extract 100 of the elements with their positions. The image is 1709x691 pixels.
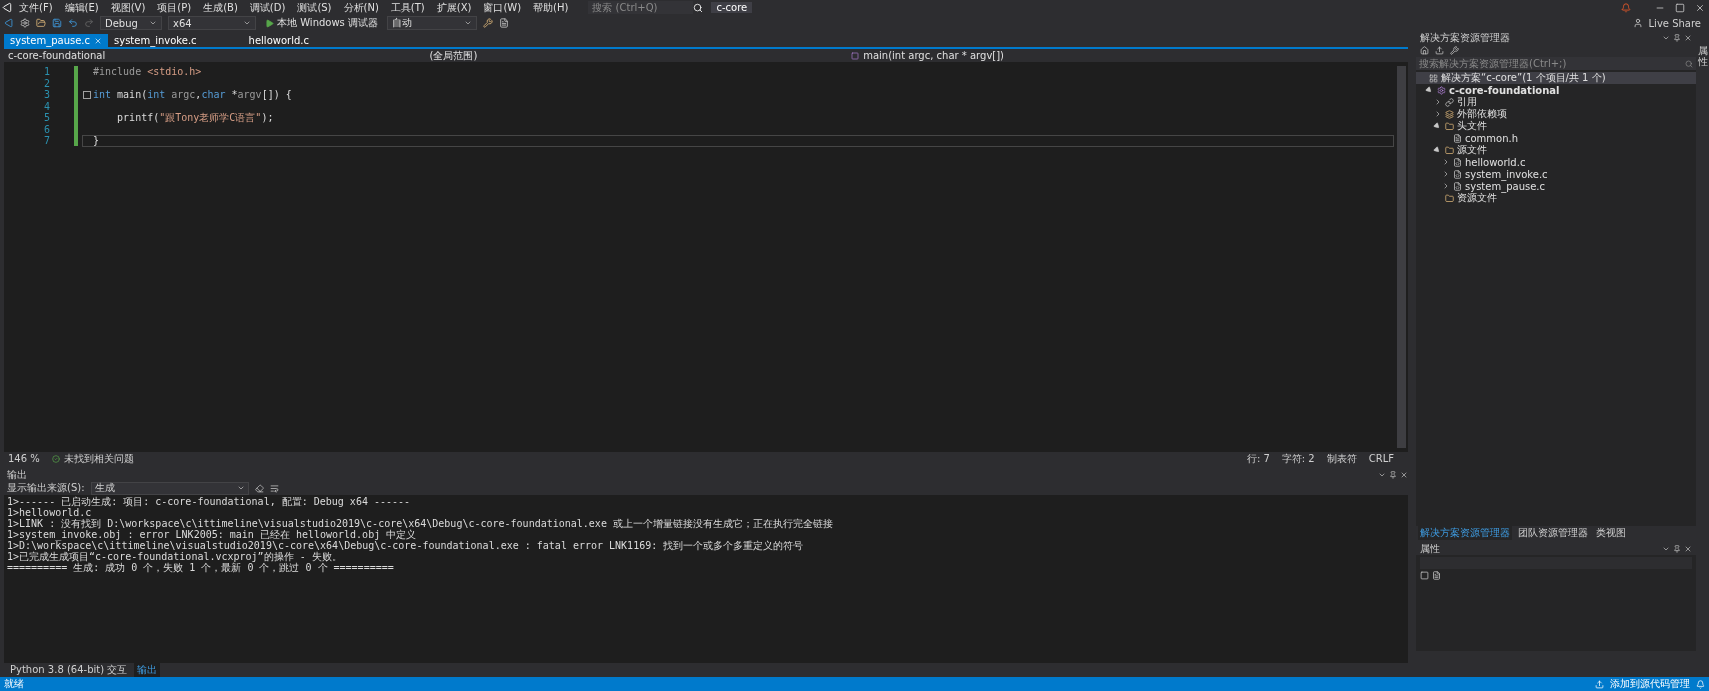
tree-item[interactable]: 源文件 xyxy=(1457,143,1487,157)
menu-item[interactable]: 帮助(H) xyxy=(527,0,575,15)
issues-status[interactable]: 未找到相关问题 xyxy=(63,451,134,466)
source-dropdown[interactable]: 生成 xyxy=(90,481,249,495)
caret-icon[interactable] xyxy=(243,19,251,27)
output-line: ========== 生成: 成功 0 个，失败 1 个，最新 0 个，跳过 0 个 ========== xyxy=(7,562,394,573)
solution-icon[interactable] xyxy=(1429,73,1438,83)
close-icon[interactable] xyxy=(1695,2,1705,13)
clear-icon[interactable] xyxy=(254,483,264,493)
save-icon[interactable] xyxy=(52,18,62,28)
caret-icon[interactable] xyxy=(149,19,157,27)
open-icon[interactable] xyxy=(36,18,46,28)
mode-dropdown[interactable]: 自动 xyxy=(387,16,477,30)
pin-icon[interactable] xyxy=(1673,33,1681,42)
tree-item[interactable]: system_invoke.c xyxy=(1465,168,1548,180)
live-share-button[interactable]: Live Share xyxy=(1648,17,1701,29)
notification-icon[interactable] xyxy=(1621,2,1631,13)
menu-item[interactable]: 生成(B) xyxy=(197,0,244,15)
file-icon[interactable] xyxy=(1453,133,1462,143)
output-line: 1>system_invoke.obj : error LNK2005: main 已经在 helloworld.obj 中定义 xyxy=(7,529,417,540)
start-debugger-button[interactable]: 本地 Windows 调试器 xyxy=(262,16,381,30)
code-file-icon[interactable] xyxy=(1453,169,1462,179)
file-tab[interactable]: system_pause.c xyxy=(4,34,108,47)
caret-icon[interactable] xyxy=(236,484,245,492)
panel-tab[interactable]: 输出 xyxy=(134,663,161,677)
line-number: 5 xyxy=(42,112,51,124)
wrap-icon[interactable] xyxy=(269,483,279,493)
tree-item[interactable]: system_pause.c xyxy=(1465,180,1545,192)
source-control-button[interactable]: 添加到源代码管理 xyxy=(1610,677,1690,691)
file-tab[interactable]: helloworld.c xyxy=(242,34,315,47)
code-line: #include <stdio.h> xyxy=(93,66,202,77)
tree-item[interactable]: c-core-foundational xyxy=(1449,84,1560,96)
tree-item[interactable]: 资源文件 xyxy=(1457,191,1497,205)
search-field[interactable]: 搜索解决方案资源管理器(Ctrl+;) xyxy=(1416,57,1696,70)
tree-item[interactable]: helloworld.c xyxy=(1465,156,1526,168)
project-dropdown[interactable]: c-core-foundational xyxy=(8,50,106,61)
menu-item[interactable]: 窗口(W) xyxy=(477,0,528,15)
code-file-icon[interactable] xyxy=(1453,181,1462,191)
folder-icon[interactable] xyxy=(1445,145,1454,155)
layers-icon[interactable] xyxy=(1445,109,1454,119)
source-label: 显示输出来源(S): xyxy=(7,481,85,495)
upload-icon[interactable] xyxy=(1595,679,1604,689)
scope-dropdown[interactable]: (全局范围) xyxy=(429,48,478,63)
wrench-icon[interactable] xyxy=(1450,46,1459,55)
menu-item[interactable]: 分析(N) xyxy=(337,0,385,15)
member-dropdown[interactable]: main(int argc, char * argv[]) xyxy=(863,50,1005,61)
upload-icon[interactable] xyxy=(1435,46,1444,55)
side-tab[interactable]: 属性 xyxy=(1697,45,1708,67)
menu-item[interactable]: 文件(F) xyxy=(13,0,59,15)
expanded-arrow-icon[interactable] xyxy=(1432,145,1442,155)
logo-icon[interactable] xyxy=(2,2,13,13)
expanded-arrow-icon[interactable] xyxy=(1432,121,1442,131)
back-icon[interactable] xyxy=(4,18,14,28)
pane-tab[interactable]: 团队资源管理器 xyxy=(1516,526,1590,540)
output-line: 1>已完成生成项目“c-core-foundational.vcxproj”的操作 - 失败。 xyxy=(7,551,342,562)
close-icon[interactable] xyxy=(1684,33,1692,42)
menu-item[interactable]: 项目(P) xyxy=(151,0,198,15)
close-icon[interactable] xyxy=(94,36,102,45)
person-icon[interactable] xyxy=(1632,18,1643,28)
menu-item[interactable]: 测试(S) xyxy=(291,0,338,15)
bell-icon[interactable] xyxy=(1696,679,1705,689)
check-icon[interactable] xyxy=(51,454,60,463)
settings-icon[interactable] xyxy=(20,18,30,28)
undo-icon[interactable] xyxy=(68,18,78,28)
file-tab[interactable]: system_invoke.c xyxy=(108,34,203,47)
close-icon[interactable] xyxy=(1400,470,1408,479)
close-icon[interactable] xyxy=(1684,544,1692,553)
panel-tab[interactable]: Python 3.8 (64-bit) 交互 xyxy=(7,663,131,677)
scrollbar[interactable] xyxy=(1397,66,1406,448)
line-status: 行: 7 xyxy=(1246,451,1270,466)
pane-tab[interactable]: 类视图 xyxy=(1594,526,1628,540)
search-icon[interactable] xyxy=(693,2,704,13)
maximize-icon[interactable] xyxy=(1675,2,1685,13)
home-icon[interactable] xyxy=(1420,46,1429,55)
caret-icon[interactable] xyxy=(464,19,472,27)
tree-item[interactable]: 头文件 xyxy=(1457,119,1487,133)
code-file-icon[interactable] xyxy=(1453,157,1462,167)
play-icon[interactable] xyxy=(265,18,274,28)
menu-item[interactable]: 扩展(X) xyxy=(430,0,478,15)
pin-icon[interactable] xyxy=(1673,544,1681,553)
tree-item[interactable]: common.h xyxy=(1465,132,1519,144)
tree-item[interactable]: 外部依赖项 xyxy=(1457,107,1507,121)
menu-item[interactable]: 工具(T) xyxy=(384,0,431,15)
pane-tab[interactable]: 解决方案资源管理器 xyxy=(1418,526,1512,540)
folder-icon[interactable] xyxy=(1445,193,1454,203)
code-line: int main(int argc,char *argv[]) { xyxy=(93,89,292,100)
collapse-icon[interactable] xyxy=(83,90,91,99)
link-icon[interactable] xyxy=(1445,97,1454,107)
menu-item[interactable]: 编辑(E) xyxy=(58,0,105,15)
configuration-dropdown[interactable]: Debug xyxy=(100,16,162,30)
wrench-icon[interactable] xyxy=(483,18,493,28)
menu-item[interactable]: 视图(V) xyxy=(104,0,152,15)
pin-icon[interactable] xyxy=(1389,470,1397,479)
folder-icon[interactable] xyxy=(1445,121,1454,131)
search-field[interactable]: 搜索 (Ctrl+Q) xyxy=(588,1,694,14)
menu-item[interactable]: 调试(D) xyxy=(243,0,292,15)
expanded-arrow-icon[interactable] xyxy=(1424,85,1434,95)
zoom-level[interactable]: 146 % xyxy=(8,453,40,464)
tree-item[interactable]: 引用 xyxy=(1457,95,1477,109)
platform-dropdown[interactable]: x64 xyxy=(168,16,256,30)
